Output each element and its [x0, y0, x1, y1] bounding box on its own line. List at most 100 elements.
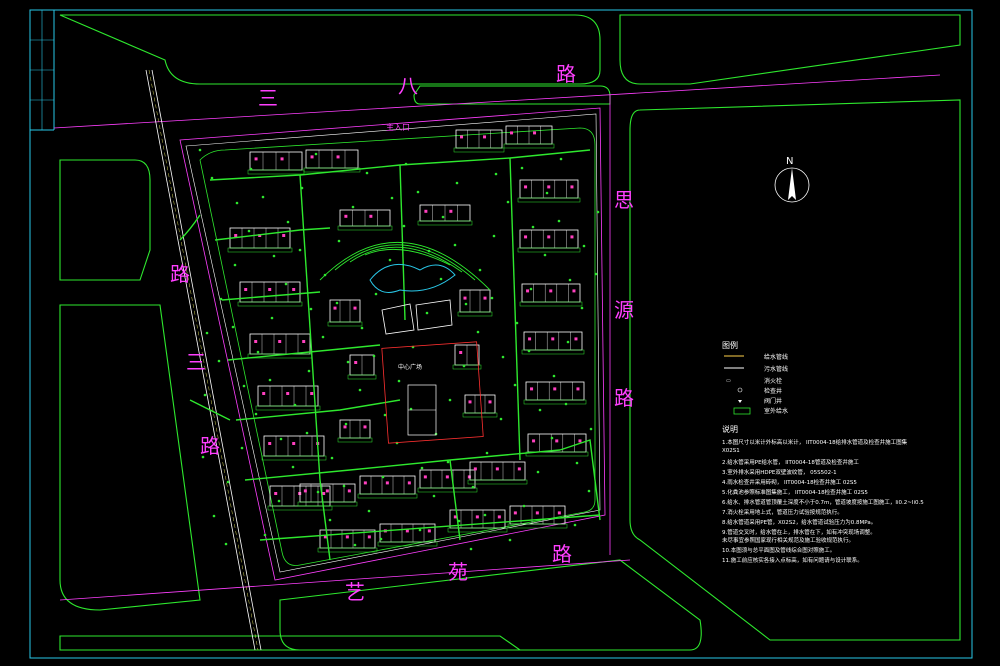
pipe-node	[420, 466, 424, 470]
residential-building	[303, 149, 361, 173]
pipe-node	[501, 355, 505, 359]
pipe-node	[469, 547, 473, 551]
pipe-node	[353, 543, 357, 547]
pipe-line	[221, 291, 321, 301]
pipe-node	[293, 403, 297, 407]
legend-label: 给水管线	[764, 354, 789, 361]
note-line: 7.消火栓采用地上式，管道压力试验按规范执行。	[722, 510, 843, 516]
road-label-west-1: 路	[170, 262, 190, 286]
pipe-node	[256, 350, 260, 354]
note-line: 11.施工前应核实各接入点标高，如有问题请与设计联系。	[722, 558, 863, 564]
pipe-node	[254, 412, 258, 416]
note-line: 8.给水管道采用PE管，X02S2，给水管道试验压力为0.8MPa。	[722, 520, 877, 526]
pipe-node	[492, 234, 496, 238]
road-label-north-2: 八	[398, 74, 418, 98]
residential-building	[521, 331, 585, 355]
pipe-node	[506, 200, 510, 204]
pipe-node	[513, 383, 517, 387]
pipe-node	[374, 292, 378, 296]
pipe-node	[441, 215, 445, 219]
pipe-node	[210, 176, 214, 180]
pipe-node	[383, 413, 387, 417]
pipe-node	[335, 301, 339, 305]
residential-building	[467, 461, 528, 485]
residential-building	[247, 151, 305, 175]
pipe-node	[499, 417, 503, 421]
pipe-node	[277, 499, 281, 503]
pipe-node	[575, 461, 579, 465]
pipe-node	[390, 196, 394, 200]
pipe-node	[425, 311, 429, 315]
road-label-south-1: 艺	[345, 580, 365, 604]
pipe-node	[240, 446, 244, 450]
legend-label: 消火栓	[764, 378, 783, 385]
note-line: 2.给水管采用PE给水管， IIT0004-18管道及检查井施工	[722, 460, 859, 466]
pipe-node	[337, 239, 341, 243]
pipe-node	[543, 253, 547, 257]
pipe-node	[453, 243, 457, 247]
pipe-node	[314, 152, 318, 156]
residential-building	[337, 419, 373, 443]
pipe-node	[344, 422, 348, 426]
plaza-label: 中心广场	[398, 364, 423, 371]
pipe-node	[589, 427, 593, 431]
notes-title: 说明	[722, 425, 738, 434]
pipe-node	[448, 398, 452, 402]
residential-building	[519, 283, 583, 307]
pipe-node	[455, 181, 459, 185]
pipe-node	[358, 388, 362, 392]
pipe-node	[249, 167, 253, 171]
pipe-node	[284, 282, 288, 286]
pipe-node	[279, 437, 283, 441]
pipe-node	[538, 408, 542, 412]
pipe-node	[198, 148, 202, 152]
residential-building	[517, 179, 581, 203]
residential-building	[337, 209, 393, 231]
pipe-node	[231, 325, 235, 329]
pipe-node	[432, 494, 436, 498]
north-arrow-icon	[774, 167, 810, 203]
pipe-node	[268, 378, 272, 382]
pipe-node	[372, 354, 376, 358]
legend-label: 阀门井	[764, 398, 783, 405]
pipe-node	[397, 379, 401, 383]
pipe-node	[485, 451, 489, 455]
note-line: 5.化粪池参照标准图集施工， IIT0004-18检查井施工 02S5	[722, 490, 868, 496]
pipe-node	[217, 359, 221, 363]
road-label-west-2: 三	[186, 350, 206, 374]
pipe-node	[527, 349, 531, 353]
pipe-node	[342, 484, 346, 488]
site-plan-svg: ▭	[29, 9, 973, 659]
residential-building	[347, 354, 377, 380]
note-line: 10.本图须与总平面图及管线综合图对照施工。	[722, 548, 836, 554]
pipe-node	[545, 191, 549, 195]
pipe-node	[235, 201, 239, 205]
note-line: 3.室外排水采用HDPE双壁波纹管， 05S502-1	[722, 470, 837, 476]
pipe-node	[478, 268, 482, 272]
pipe-node	[226, 480, 230, 484]
pipe-node	[346, 360, 350, 364]
pipe-node	[490, 296, 494, 300]
legend-label: 室外给水	[764, 408, 789, 415]
pipe-line	[179, 214, 201, 241]
pipe-node	[224, 542, 228, 546]
building-layer	[227, 125, 589, 553]
pipe-node	[388, 258, 392, 262]
pipe-node	[300, 186, 304, 190]
pipe-node	[568, 278, 572, 282]
pipe-node	[471, 485, 475, 489]
pipe-line	[259, 514, 601, 541]
pipe-node	[219, 297, 223, 301]
pipe-node	[298, 248, 302, 252]
residential-building	[297, 483, 358, 507]
residential-building	[255, 385, 321, 411]
pipe-node	[594, 272, 598, 276]
pipe-node	[402, 224, 406, 228]
pipe-node	[309, 307, 313, 311]
main-entrance-label: 主入口	[386, 123, 410, 132]
pipe-node	[328, 518, 332, 522]
pipe-node	[522, 504, 526, 508]
note-line: 1.本图尺寸以米计外标高以米计， IIT0004-18给排水管道及检查井施工图集	[722, 440, 908, 446]
pipe-node	[360, 326, 364, 330]
note-line: 9.管道交叉时，给水管在上，排水管在下，如有冲突现场调整。	[722, 530, 876, 536]
